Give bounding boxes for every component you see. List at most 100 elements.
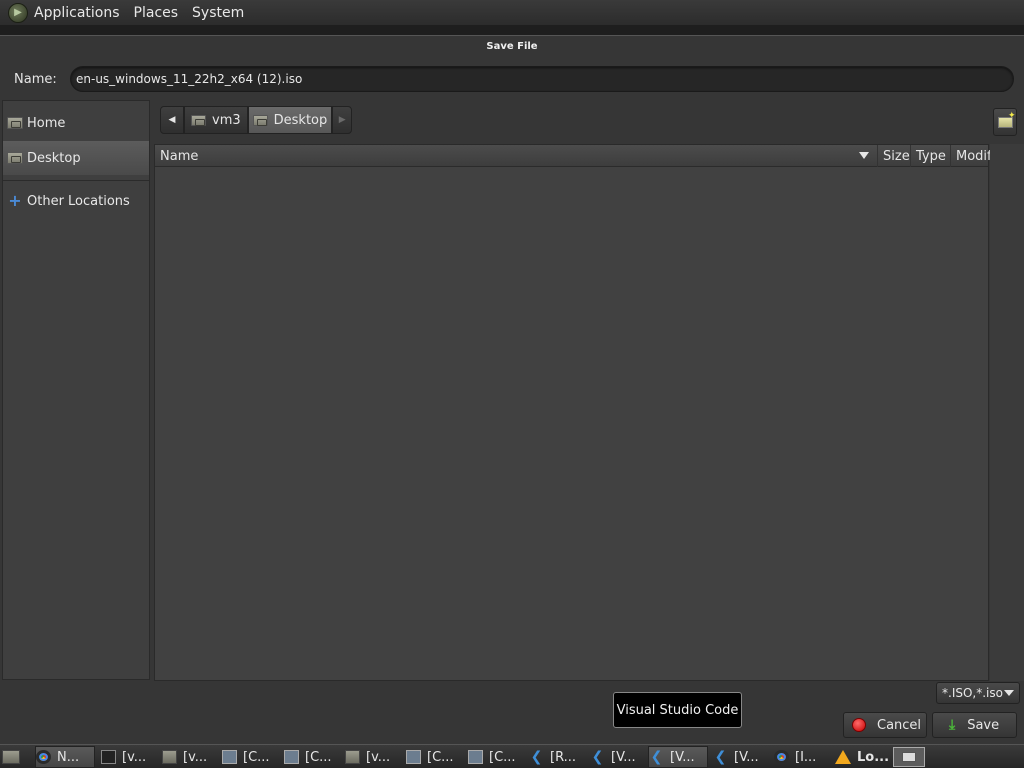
vscode-icon: ❮ — [714, 749, 727, 765]
folder-icon — [191, 114, 206, 126]
plus-icon: + — [8, 191, 22, 210]
taskbar-item-7[interactable]: [C... — [406, 746, 464, 768]
path-segment-vm3[interactable]: vm3 — [184, 106, 248, 134]
taskbar-item-1[interactable]: N... — [35, 746, 95, 768]
taskbar-item-11[interactable]: ❮ [V... — [648, 746, 708, 768]
path-segment-label: Desktop — [273, 112, 328, 128]
column-header-modified[interactable]: Modif — [950, 145, 990, 167]
system-menu[interactable]: System — [192, 5, 244, 21]
taskbar-item-2[interactable]: [v... — [101, 746, 159, 768]
path-forward-button[interactable]: ▶ — [332, 106, 353, 134]
column-header-label: Size — [883, 148, 910, 164]
applications-menu[interactable]: Applications — [34, 5, 120, 21]
taskbar-item-label: [C... — [427, 749, 454, 765]
sidebar-item-label: Desktop — [27, 150, 81, 166]
column-header-size[interactable]: Size — [877, 145, 910, 167]
taskbar-item-14[interactable]: Lo... — [835, 746, 891, 768]
tooltip-text: Visual Studio Code — [616, 702, 739, 718]
monitor-icon — [406, 750, 421, 764]
chrome-icon — [36, 750, 51, 764]
download-icon: ⤓ — [949, 717, 956, 733]
vscode-icon: ❮ — [530, 749, 543, 765]
top-panel: ▶ Applications Places System — [0, 0, 1024, 25]
column-header-label: Name — [160, 148, 199, 164]
taskbar-item-label: [I... — [795, 749, 817, 765]
sidebar-separator — [3, 180, 149, 181]
vscode-icon: ❮ — [591, 749, 604, 765]
chevron-down-icon — [1004, 690, 1014, 696]
column-header-label: Modif — [956, 148, 990, 164]
taskbar-item-4[interactable]: [C... — [222, 746, 280, 768]
desktop-folder-icon — [7, 152, 23, 164]
save-button[interactable]: ⤓ Save — [932, 712, 1017, 738]
name-row: Name: — [0, 65, 1024, 93]
folder-icon — [252, 114, 268, 126]
chevron-left-icon: ◀ — [168, 115, 176, 125]
monitor-icon — [222, 750, 237, 764]
show-desktop-button[interactable] — [2, 747, 22, 767]
save-label: Save — [967, 717, 1000, 733]
taskbar-item-3[interactable]: [v... — [162, 746, 220, 768]
taskbar-item-10[interactable]: ❮ [V... — [590, 746, 648, 768]
column-header-name[interactable]: Name — [155, 145, 877, 167]
taskbar-tooltip: Visual Studio Code — [613, 692, 742, 728]
taskbar-item-label: [V... — [611, 749, 636, 765]
taskbar: N... [v... [v... [C... [C... [v... [C...… — [0, 744, 1024, 768]
monitor-icon — [468, 750, 483, 764]
taskbar-item-13[interactable]: [I... — [774, 746, 832, 768]
column-header-type[interactable]: Type — [910, 145, 950, 167]
warning-icon — [835, 750, 851, 764]
taskbar-item-label: [C... — [305, 749, 332, 765]
sidebar-item-home[interactable]: Home — [3, 106, 149, 140]
sidebar-item-desktop[interactable]: Desktop — [3, 141, 149, 175]
taskbar-item-label: [v... — [183, 749, 208, 765]
new-folder-icon — [997, 111, 1016, 128]
name-label: Name: — [14, 71, 57, 87]
path-segment-desktop[interactable]: Desktop — [247, 106, 333, 134]
file-name-input[interactable] — [70, 66, 1014, 92]
taskbar-item-8[interactable]: [C... — [468, 746, 526, 768]
vscode-icon: ❮ — [650, 749, 663, 765]
dialog-titlebar[interactable]: Save File — [0, 36, 1024, 56]
file-type-filter-combo[interactable]: *.ISO,*.iso — [936, 682, 1020, 704]
workspace-switcher[interactable] — [893, 747, 925, 767]
file-list-header: Name Size Type Modif — [155, 145, 990, 167]
folder-icon — [162, 750, 177, 764]
taskbar-item-label: [C... — [243, 749, 270, 765]
filter-selected-label: *.ISO,*.iso — [942, 686, 1003, 700]
taskbar-item-12[interactable]: ❮ [V... — [713, 746, 771, 768]
chevron-right-icon: ▶ — [338, 115, 346, 125]
places-menu[interactable]: Places — [134, 5, 179, 21]
taskbar-item-label: [C... — [489, 749, 516, 765]
file-list[interactable]: Name Size Type Modif — [154, 144, 990, 681]
cancel-label: Cancel — [877, 717, 922, 733]
column-header-label: Type — [916, 148, 946, 164]
taskbar-item-label: Lo... — [857, 749, 890, 765]
monitor-icon — [284, 750, 299, 764]
taskbar-item-5[interactable]: [C... — [284, 746, 342, 768]
taskbar-item-label: N... — [57, 749, 80, 765]
show-desktop-icon — [2, 750, 20, 764]
cancel-button[interactable]: Cancel — [843, 712, 927, 738]
cancel-icon — [852, 718, 866, 732]
sidebar-item-other-locations[interactable]: + Other Locations — [3, 184, 149, 218]
taskbar-item-label: [v... — [122, 749, 147, 765]
workspace-icon — [902, 752, 916, 762]
taskbar-item-label: [V... — [734, 749, 759, 765]
save-file-dialog: Save File Name: Home Desktop + Other Loc… — [0, 35, 1024, 744]
create-folder-button[interactable] — [993, 108, 1017, 136]
path-bar: ◀ vm3 Desktop ▶ — [160, 106, 353, 136]
sidebar-item-label: Home — [27, 115, 66, 131]
home-folder-icon — [7, 117, 23, 129]
gnome-foot-icon[interactable]: ▶ — [8, 2, 28, 23]
taskbar-item-9[interactable]: ❮ [R... — [529, 746, 587, 768]
chrome-icon — [774, 750, 789, 764]
terminal-icon — [101, 750, 116, 764]
taskbar-item-6[interactable]: [v... — [345, 746, 403, 768]
sort-down-icon — [859, 152, 869, 159]
sidebar-item-label: Other Locations — [27, 193, 130, 209]
taskbar-item-label: [V... — [670, 749, 695, 765]
taskbar-item-label: [R... — [550, 749, 577, 765]
path-back-button[interactable]: ◀ — [160, 106, 184, 134]
path-segment-label: vm3 — [212, 112, 241, 128]
